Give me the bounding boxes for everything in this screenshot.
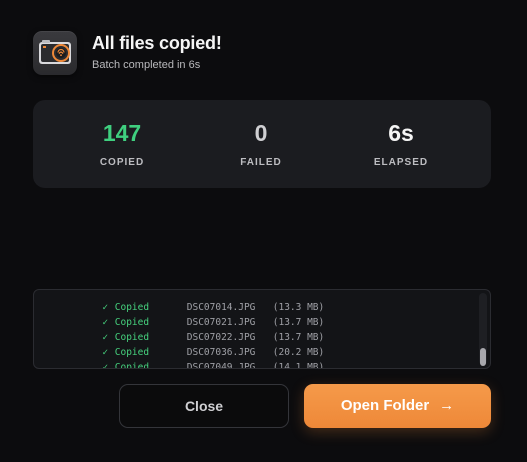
stat-copied-value: 147 <box>102 120 142 146</box>
arrow-right-icon: → <box>439 397 455 414</box>
check-icon: ✓ <box>102 302 109 313</box>
log-status: Copied <box>114 362 150 369</box>
log-scrollbar[interactable] <box>479 293 487 366</box>
log-status: Copied <box>114 302 150 313</box>
open-folder-label: Open Folder <box>340 397 430 414</box>
log-line: ✓ Copied DSC07014.JPG (13.3 MB) <box>34 290 474 313</box>
log-status: Copied <box>114 332 150 343</box>
stat-elapsed-label: ELAPSED <box>373 157 429 168</box>
check-icon: ✓ <box>102 332 109 343</box>
log-filesize: (13.7 MB) <box>272 332 325 343</box>
log-status: Copied <box>114 347 150 358</box>
stat-failed-value: 0 <box>254 120 268 146</box>
log-filesize: (13.3 MB) <box>272 302 325 313</box>
log-scrollbar-thumb[interactable] <box>480 348 486 366</box>
log-lines: ✓ Copied DSC07014.JPG (13.3 MB) ✓ Copied DSC0… <box>34 290 474 368</box>
log-filename: DSC07014.JPG <box>186 302 256 313</box>
log-filename: DSC07036.JPG <box>186 347 256 358</box>
log-filename: DSC07049.JPG <box>186 362 256 369</box>
log-filesize: (14.1 MB) <box>272 362 325 369</box>
copy-log[interactable]: ✓ Copied DSC07014.JPG (13.3 MB) ✓ Copied DSC0… <box>33 289 491 369</box>
log-filename: DSC07022.JPG <box>186 332 256 343</box>
copy-complete-dialog: All files copied! Batch completed in 6s … <box>0 0 527 462</box>
log-filesize: (13.7 MB) <box>272 317 325 328</box>
log-filename: DSC07021.JPG <box>186 317 256 328</box>
close-button[interactable]: Close <box>119 384 289 428</box>
stats-card: 147 COPIED 0 FAILED 6s ELAPSED <box>33 100 491 188</box>
stat-elapsed: 6s ELAPSED <box>325 100 477 188</box>
stat-copied-label: COPIED <box>99 157 145 168</box>
stat-failed: 0 FAILED <box>185 100 337 188</box>
stat-copied: 147 COPIED <box>46 100 198 188</box>
log-status: Copied <box>114 317 150 328</box>
dialog-subtitle: Batch completed in 6s <box>92 59 201 71</box>
check-icon: ✓ <box>102 347 109 358</box>
check-icon: ✓ <box>102 362 109 369</box>
open-folder-button[interactable]: Open Folder → <box>304 384 491 428</box>
log-filesize: (20.2 MB) <box>272 347 325 358</box>
stat-elapsed-value: 6s <box>388 120 414 146</box>
dialog-title: All files copied! <box>92 33 222 53</box>
camera-icon <box>33 31 77 75</box>
stat-failed-label: FAILED <box>240 157 282 168</box>
check-icon: ✓ <box>102 317 109 328</box>
